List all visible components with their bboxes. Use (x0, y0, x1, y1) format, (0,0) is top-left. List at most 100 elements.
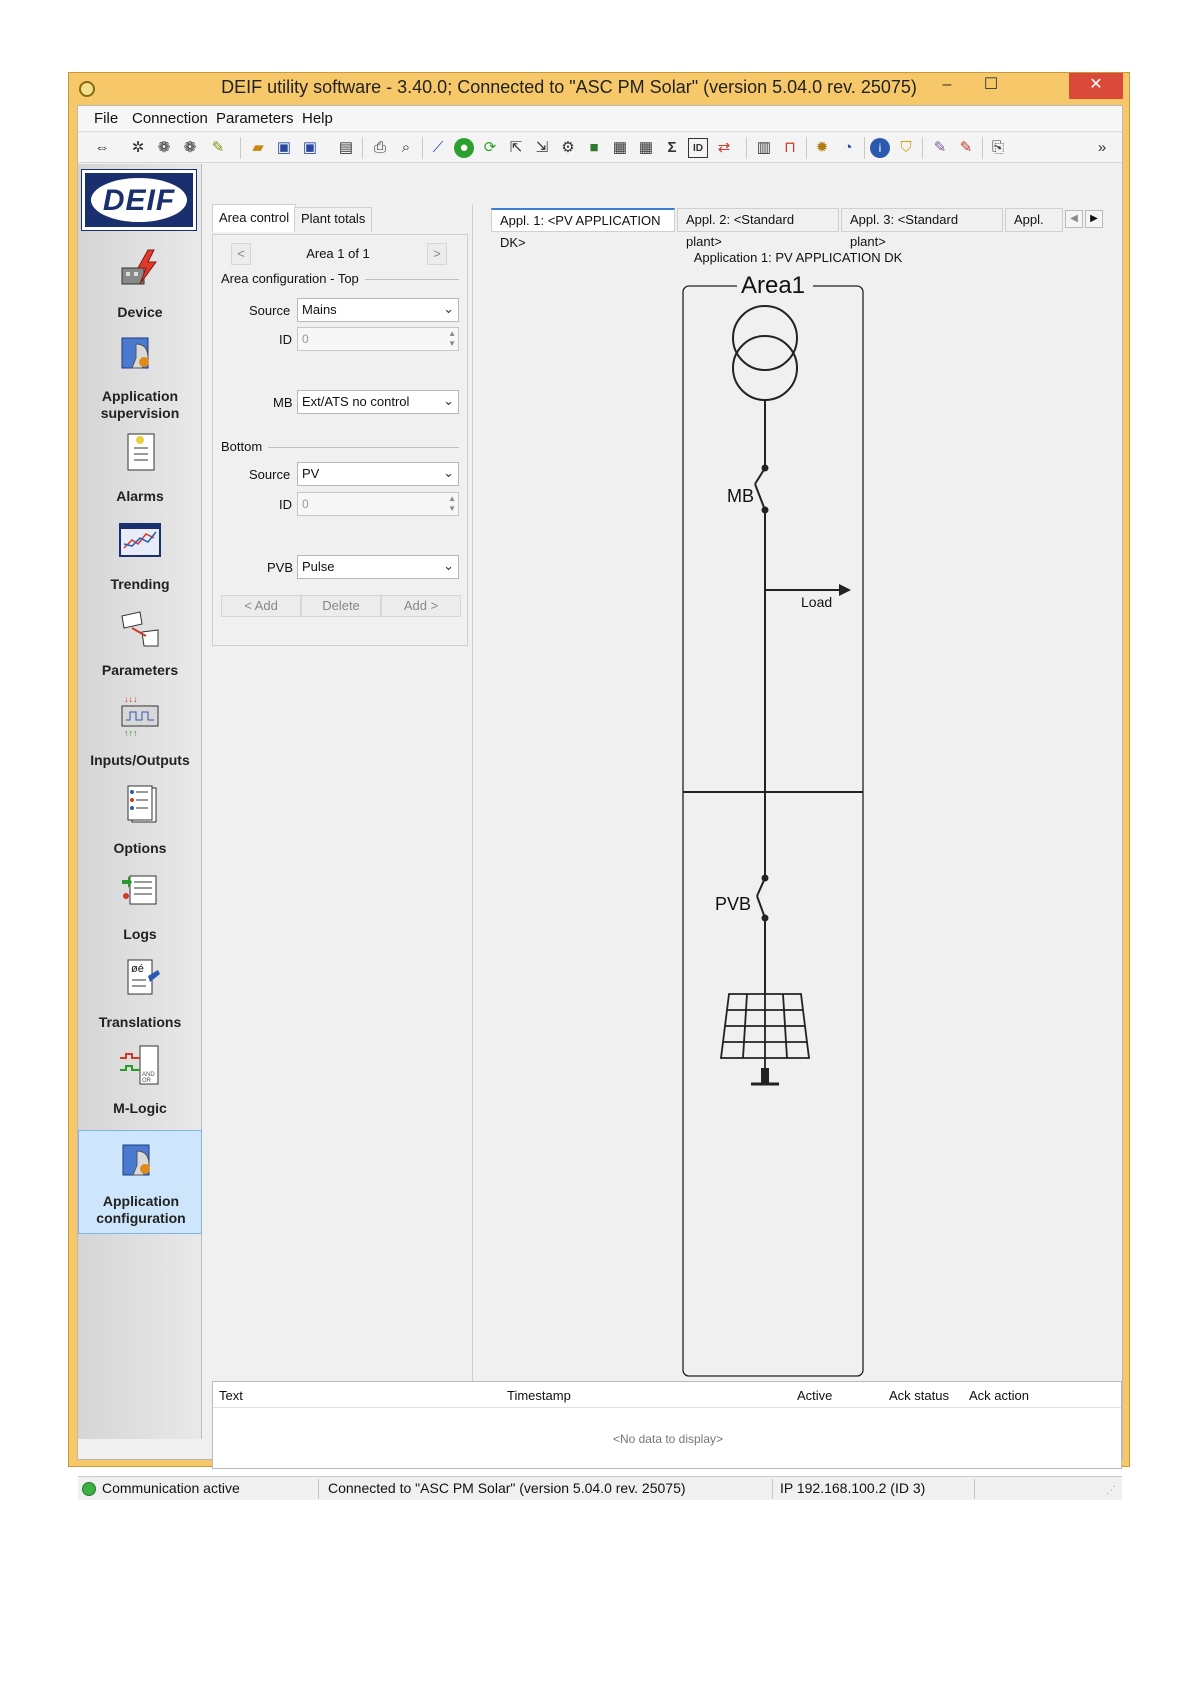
gear-icon[interactable]: ✹ (812, 138, 832, 158)
nav-m-logic[interactable]: AND OR M-Logic (78, 1042, 202, 1130)
status-bar: Communication active Connected to "ASC P… (78, 1476, 1122, 1500)
tab-application-1[interactable]: Appl. 1: <PV APPLICATION DK> (491, 208, 675, 250)
tab-scroll-left-icon[interactable]: ◀ (1065, 210, 1083, 228)
top-source-label: Source (249, 303, 291, 318)
save-as-icon[interactable]: ▣ (300, 138, 320, 158)
shield-icon[interactable]: ⛉ (896, 138, 916, 158)
tab-application-3[interactable]: Appl. 3: <Standard plant> (841, 208, 1003, 249)
download-icon[interactable]: ⇲ (532, 138, 552, 158)
column-active[interactable]: Active (797, 1388, 832, 1403)
nav-options[interactable]: Options (78, 782, 202, 870)
menu-file[interactable]: File (94, 110, 118, 127)
add-left-button[interactable]: < Add (221, 595, 301, 617)
area-boundary (682, 285, 864, 1377)
export-icon[interactable]: ⎘ (988, 138, 1008, 158)
mb-switch-blade (754, 483, 766, 511)
nav-translations[interactable]: øé Translations (78, 956, 202, 1044)
column-ack-status[interactable]: Ack status (889, 1388, 949, 1403)
nav-application-configuration[interactable]: Application configuration (78, 1130, 202, 1234)
tab-area-control[interactable]: Area control (212, 204, 297, 232)
nav-parameters[interactable]: Parameters (78, 606, 202, 694)
refresh-icon[interactable]: ⟳ (480, 138, 500, 158)
tool-icon[interactable]: ✎ (956, 138, 976, 158)
tab-plant-totals[interactable]: Plant totals (294, 207, 373, 232)
toolbar-separator (362, 137, 363, 159)
pvb-control-select[interactable]: Pulse ⌄ (297, 555, 459, 579)
top-id-stepper[interactable]: 0 ▲ ▼ (297, 327, 459, 351)
pvb-diagram-label: PVB (715, 894, 752, 914)
transformer-winding-top (732, 305, 798, 371)
module-icon[interactable]: ▦ (610, 138, 630, 158)
gear-icon[interactable]: ⚙ (558, 138, 578, 158)
nav-device[interactable]: Device (78, 246, 202, 334)
tool-icon[interactable]: ✎ (930, 138, 950, 158)
upload-icon[interactable]: ⇱ (506, 138, 526, 158)
column-text[interactable]: Text (219, 1388, 243, 1403)
resize-grip-icon[interactable]: ⋰ (1106, 1485, 1116, 1496)
green-circle-icon[interactable]: ● (454, 138, 474, 158)
network-icon[interactable]: ⇄ (714, 138, 734, 158)
toolbar-separator (982, 137, 983, 159)
toolbar-separator (240, 137, 241, 159)
mb-control-select[interactable]: Ext/ATS no control ⌄ (297, 390, 459, 414)
navigation-sidebar: DEIF Device Application supervision Alar… (78, 164, 202, 1439)
menu-parameters[interactable]: Parameters (216, 110, 294, 127)
nav-inputs-outputs[interactable]: ↓↓↓ ↑↑↑ Inputs/Outputs (78, 694, 202, 782)
toolbar-overflow-button[interactable]: » (1092, 138, 1112, 158)
module-icon[interactable]: ▦ (636, 138, 656, 158)
menu-help[interactable]: Help (302, 110, 333, 127)
parameters-icon (121, 611, 159, 647)
open-folder-icon[interactable]: ▰ (248, 138, 268, 158)
bars-icon[interactable]: ⊓ (780, 138, 800, 158)
svg-text:↑↑↑: ↑↑↑ (124, 728, 138, 738)
group-icon[interactable]: ❁ (154, 138, 174, 158)
id-icon[interactable]: ID (688, 138, 708, 158)
print-preview-icon[interactable]: ⌕ (396, 138, 416, 158)
add-right-button[interactable]: Add > (381, 595, 461, 617)
nav-alarms[interactable]: Alarms (78, 430, 202, 518)
nav-label: Translations (98, 1014, 182, 1030)
tab-application-4[interactable]: Appl. 4 (1005, 208, 1063, 232)
spin-arrows-icon[interactable]: ▲ ▼ (448, 494, 456, 514)
minimize-button[interactable]: – (927, 73, 967, 99)
maximize-button[interactable]: ☐ (971, 73, 1011, 99)
svg-text:øé: øé (131, 963, 144, 975)
bottom-id-stepper[interactable]: 0 ▲ ▼ (297, 492, 459, 516)
next-area-button[interactable]: > (427, 243, 447, 265)
ip-status: IP 192.168.100.2 (ID 3) (780, 1480, 926, 1496)
column-timestamp[interactable]: Timestamp (507, 1388, 571, 1403)
menu-connection[interactable]: Connection (132, 110, 208, 127)
key-icon[interactable]: ✎ (208, 138, 228, 158)
tab-application-2[interactable]: Appl. 2: <Standard plant> (677, 208, 839, 249)
settings-icon[interactable]: ✲ (128, 138, 148, 158)
column-ack-action[interactable]: Ack action (969, 1388, 1029, 1403)
print-icon[interactable]: ⎙ (370, 138, 390, 158)
clock-icon[interactable]: ◔ (838, 138, 858, 158)
battery-icon[interactable]: ■ (584, 138, 604, 158)
info-icon[interactable]: i (870, 138, 890, 158)
bottom-source-select[interactable]: PV ⌄ (297, 462, 459, 486)
chart-icon[interactable]: ⟋ (428, 138, 448, 158)
nav-application-supervision[interactable]: Application supervision (78, 332, 202, 421)
nav-logs[interactable]: Logs (78, 870, 202, 958)
sum-icon[interactable]: Σ (662, 138, 682, 158)
spin-arrows-icon[interactable]: ▲ ▼ (448, 329, 456, 349)
top-group-label: Area configuration - Top (221, 271, 365, 286)
toolbar-separator (922, 137, 923, 159)
group-icon[interactable]: ❁ (180, 138, 200, 158)
logo-oval: DEIF (91, 178, 187, 222)
delete-area-button[interactable]: Delete (301, 595, 381, 617)
link-icon[interactable]: ⇔ (92, 138, 112, 158)
columns-icon[interactable]: ▥ (754, 138, 774, 158)
title-bar[interactable]: DEIF utility software - 3.40.0; Connecte… (69, 73, 1129, 105)
save-icon[interactable]: ▣ (274, 138, 294, 158)
previous-area-button[interactable]: < (231, 243, 251, 265)
toolbar-separator (746, 137, 747, 159)
close-button[interactable]: ✕ (1069, 73, 1123, 99)
tab-scroll-right-icon[interactable]: ▶ (1085, 210, 1103, 228)
app-icon[interactable] (79, 81, 95, 97)
top-source-select[interactable]: Mains ⌄ (297, 298, 459, 322)
copy-icon[interactable]: ▤ (336, 138, 356, 158)
nav-label: Application configuration (96, 1193, 186, 1226)
nav-trending[interactable]: Trending (78, 518, 202, 606)
